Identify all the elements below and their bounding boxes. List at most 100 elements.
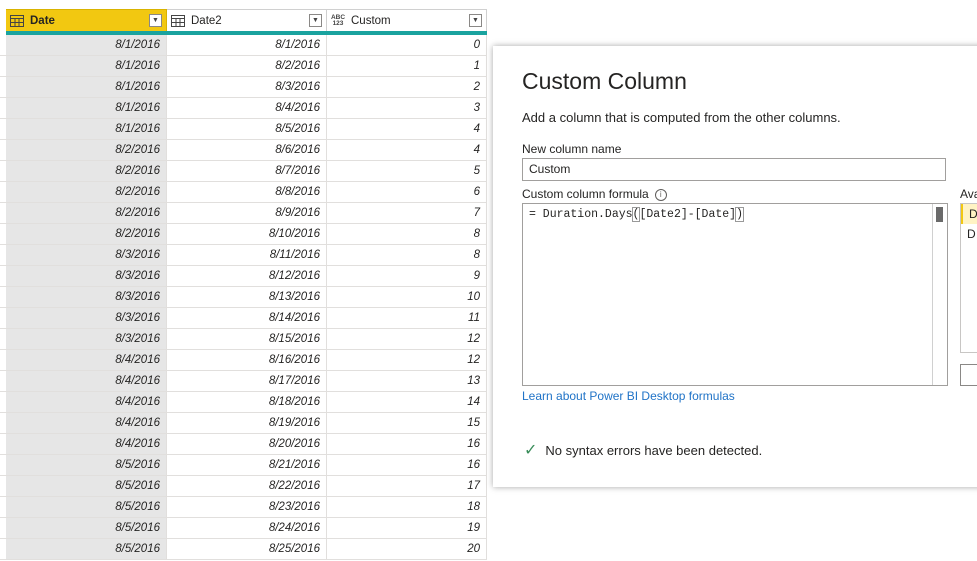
table-cell[interactable]: 8/4/2016 [6,434,167,455]
table-cell[interactable]: 3 [327,98,487,119]
table-cell[interactable]: 13 [327,371,487,392]
formula-editor[interactable]: = Duration.Days([Date2]-[Date]) [522,203,948,386]
table-cell[interactable]: 7 [327,203,487,224]
table-cell[interactable]: 8 [327,224,487,245]
table-row[interactable]: 8/1/2016 8/1/2016 0 [0,35,487,56]
table-cell[interactable]: 8/12/2016 [167,266,327,287]
table-cell[interactable]: 8/9/2016 [167,203,327,224]
table-cell[interactable]: 8/7/2016 [167,161,327,182]
table-cell[interactable]: 8/5/2016 [6,497,167,518]
table-cell[interactable]: 8/2/2016 [6,224,167,245]
table-cell[interactable]: 8/1/2016 [6,77,167,98]
table-cell[interactable]: 8/19/2016 [167,413,327,434]
info-icon[interactable]: i [654,188,667,201]
table-row[interactable]: 8/1/2016 8/2/2016 1 [0,56,487,77]
table-cell[interactable]: 8/5/2016 [6,455,167,476]
table-cell[interactable]: 8/10/2016 [167,224,327,245]
table-cell[interactable]: 8/15/2016 [167,329,327,350]
column-filter-dropdown-icon[interactable]: ▼ [309,14,322,27]
table-row[interactable]: 8/3/2016 8/13/2016 10 [0,287,487,308]
table-row[interactable]: 8/5/2016 8/22/2016 17 [0,476,487,497]
table-cell[interactable]: 14 [327,392,487,413]
table-cell[interactable]: 11 [327,308,487,329]
table-row[interactable]: 8/4/2016 8/17/2016 13 [0,371,487,392]
learn-formulas-link[interactable]: Learn about Power BI Desktop formulas [522,389,735,403]
table-row[interactable]: 8/3/2016 8/11/2016 8 [0,245,487,266]
table-cell[interactable]: 8/3/2016 [167,77,327,98]
table-cell[interactable]: 8/1/2016 [6,98,167,119]
table-cell[interactable]: 8/1/2016 [6,35,167,56]
table-cell[interactable]: 8/4/2016 [167,98,327,119]
table-cell[interactable]: 2 [327,77,487,98]
table-cell[interactable]: 0 [327,35,487,56]
table-cell[interactable]: 8/5/2016 [6,518,167,539]
available-column-item[interactable]: D [961,224,977,244]
table-cell[interactable]: 8/4/2016 [6,392,167,413]
table-cell[interactable]: 8 [327,245,487,266]
table-cell[interactable]: 8/16/2016 [167,350,327,371]
table-cell[interactable]: 8/2/2016 [6,203,167,224]
table-row[interactable]: 8/4/2016 8/20/2016 16 [0,434,487,455]
table-row[interactable]: 8/5/2016 8/21/2016 16 [0,455,487,476]
table-row[interactable]: 8/1/2016 8/3/2016 2 [0,77,487,98]
column-header-date[interactable]: Date ▼ [6,9,167,31]
table-cell[interactable]: 6 [327,182,487,203]
table-cell[interactable]: 4 [327,140,487,161]
table-cell[interactable]: 20 [327,539,487,560]
table-cell[interactable]: 5 [327,161,487,182]
table-cell[interactable]: 18 [327,497,487,518]
table-cell[interactable]: 8/2/2016 [6,182,167,203]
table-cell[interactable]: 8/3/2016 [6,329,167,350]
table-cell[interactable]: 8/18/2016 [167,392,327,413]
table-cell[interactable]: 8/5/2016 [167,119,327,140]
column-filter-dropdown-icon[interactable]: ▼ [469,14,482,27]
table-row[interactable]: 8/1/2016 8/4/2016 3 [0,98,487,119]
table-cell[interactable]: 8/17/2016 [167,371,327,392]
table-cell[interactable]: 19 [327,518,487,539]
table-row[interactable]: 8/4/2016 8/16/2016 12 [0,350,487,371]
new-column-name-input[interactable]: Custom [522,158,946,181]
table-cell[interactable]: 8/3/2016 [6,266,167,287]
table-cell[interactable]: 8/3/2016 [6,308,167,329]
table-cell[interactable]: 15 [327,413,487,434]
table-cell[interactable]: 17 [327,476,487,497]
table-cell[interactable]: 8/4/2016 [6,350,167,371]
table-cell[interactable]: 8/4/2016 [6,413,167,434]
table-cell[interactable]: 8/1/2016 [6,56,167,77]
table-cell[interactable]: 8/8/2016 [167,182,327,203]
column-header-date2[interactable]: Date2 ▼ [167,9,327,31]
table-cell[interactable]: 8/2/2016 [167,56,327,77]
table-cell[interactable]: 8/24/2016 [167,518,327,539]
table-row[interactable]: 8/4/2016 8/19/2016 15 [0,413,487,434]
table-cell[interactable]: 9 [327,266,487,287]
table-cell[interactable]: 8/1/2016 [167,35,327,56]
table-row[interactable]: 8/4/2016 8/18/2016 14 [0,392,487,413]
table-cell[interactable]: 4 [327,119,487,140]
table-cell[interactable]: 10 [327,287,487,308]
table-cell[interactable]: 8/6/2016 [167,140,327,161]
table-cell[interactable]: 8/13/2016 [167,287,327,308]
table-cell[interactable]: 8/4/2016 [6,371,167,392]
table-row[interactable]: 8/5/2016 8/24/2016 19 [0,518,487,539]
table-row[interactable]: 8/2/2016 8/10/2016 8 [0,224,487,245]
table-cell[interactable]: 8/25/2016 [167,539,327,560]
formula-scrollbar[interactable] [932,204,947,385]
table-cell[interactable]: 8/23/2016 [167,497,327,518]
table-row[interactable]: 8/5/2016 8/23/2016 18 [0,497,487,518]
table-cell[interactable]: 8/11/2016 [167,245,327,266]
table-cell[interactable]: 1 [327,56,487,77]
available-column-item[interactable]: D [961,204,977,224]
column-filter-dropdown-icon[interactable]: ▼ [149,14,162,27]
table-cell[interactable]: 8/3/2016 [6,287,167,308]
scrollbar-thumb[interactable] [936,207,943,222]
table-cell[interactable]: 8/14/2016 [167,308,327,329]
table-cell[interactable]: 8/2/2016 [6,140,167,161]
table-row[interactable]: 8/3/2016 8/12/2016 9 [0,266,487,287]
table-row[interactable]: 8/2/2016 8/7/2016 5 [0,161,487,182]
table-cell[interactable]: 8/5/2016 [6,476,167,497]
table-row[interactable]: 8/5/2016 8/25/2016 20 [0,539,487,560]
table-row[interactable]: 8/2/2016 8/6/2016 4 [0,140,487,161]
table-cell[interactable]: 16 [327,455,487,476]
table-cell[interactable]: 8/1/2016 [6,119,167,140]
table-cell[interactable]: 12 [327,350,487,371]
